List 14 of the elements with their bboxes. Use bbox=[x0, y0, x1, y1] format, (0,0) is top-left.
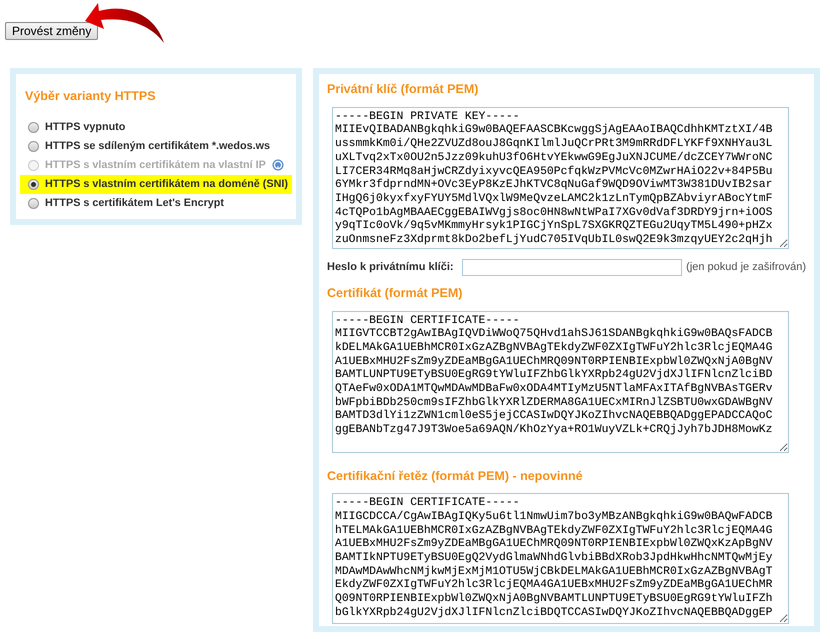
private-key-heading: Privátní klíč (formát PEM) bbox=[327, 81, 480, 98]
private-key-field[interactable]: -----BEGIN PRIVATE KEY----- MIIEvQIBADANBgkqhkiG9w0BAQEFAASCBKcwggSjAgEAAoIBAQCdhhKMTztXI/4B ussmmkKm0i/QHe2ZVUZd8ouJ8GqnKIlmlJuQCrPRt3M9mRRdDFLYKFf9XNHYau3L uXLTvq2xTx0OU2n5Jzz09kuhU3fO6HtvYEkwwG9EgJuXNJCUME/dcZCEY7WWroNC LI7CER34RMq8aHjwCRZdyixyvcQEA950PcfqkWzPVMcVc0MZwrHAiO22v+84P5Bu 6YMkr3fdprndMN+OVc3EyP8KzEJhKTVC8qNuGaf9WQD9OViwMT3W381DUvIB2sar IHgQ6j0kyxfxyFYUY5MdlVQxlW9MeQvzeLAMC2k1zLnTymQpBZAbviyrABocYtmF 4cTQPo1bAgMBAAECggEBAIWVgjs8oc0HN8wNtWPaI7XGv0dVaf3DRDY9jrn+iOOS y9qTIc0oVk/9q5vMKmmyHrsyk1PIGCjYnSpL7SXGKRQZTEGu2UqyTM5L490+pHZx zuOnmsneFz3Xdprmt8kDo2befLjYudC705IVqUbIL0swQ2E9k3mzqyUEY2c2qHjh bbox=[332, 106, 789, 249]
certificate-chain-heading: Certifikační řetěz (formát PEM) - nepovinné bbox=[327, 468, 584, 485]
option-label[interactable]: HTTPS vypnuto bbox=[45, 119, 126, 136]
certificate-field[interactable]: -----BEGIN CERTIFICATE----- MIIGVTCCBT2gAwIBAgIQVDiWWoQ75QHvd1ahSJ61SDANBgkqhkiG9w0BAQsFADCB kDELMAkGA1UEBhMCR0IxGzAZBgNVBAgTEkdyZWF0ZXIgTWFuY2hlc3RlcjEQMA4G A1UEBxMHU2FsZm9yZDEaMBgGA1UEChMRQ09NT0RPIENBIExpbWl0ZWQxNjA0BgNV BAMTLUNPTU9ETyBSU0EgRG9tYWluIFZhbGlkYXRpb24gU2VjdXJlIFNlcnZlciBD QTAeFw0xODA1MTQwMDAwMDBaFw0xODA4MTIyMzU5NTlaMFAxITAfBgNVBAsTGERv bWFpbiBDb250cm9sIFZhbGlkYXRlZDERMA8GA1UECxMIRnJlZSBTU0wxGDAWBgNV BAMTD3dlYi1zZWN1cml0eS5jejCCASIwDQYJKoZIhvcNAQEBBQADggEPADCCAQoC ggEBANbTzg47J9T3Woe5a69AQN/KhOzYya+RO1WuyVZLk+CRQjJyh7bJDH8MowKz bbox=[332, 310, 789, 452]
panel-heading: Výběr varianty HTTPS bbox=[25, 88, 157, 105]
password-label: Heslo k privátnímu klíči: bbox=[327, 260, 454, 275]
certificate-heading: Certifikát (formát PEM) bbox=[327, 284, 464, 302]
option-label[interactable]: HTTPS s certifikátem Let's Encrypt bbox=[45, 195, 224, 212]
certificate-chain-field[interactable]: -----BEGIN CERTIFICATE----- MIIGCDCCA/CgAwIBAgIQKy5u6tl1NmwUim7bo3yMBzANBgkqhkiG9w0BAQwFADCB hTELMAkGA1UEBhMCR0IxGzAZBgNVBAgTEkdyZWF0ZXIgTWFuY2hlc3RlcjEQMA4G A1UEBxMHU2FsZm9yZDEaMBgGA1UEChMRQ09NT0RPIENBIExpbWl0ZWQxKzApBgNV BAMTIkNPTU9ETyBSU0EgQ2VydGlmaWNhdGlvbiBBdXRob3JpdHkwHhcNMTQwMjEy MDAwMDAwWhcNMjkwMjExMjM1OTU5WjCBkDELMAkGA1UEBhMCR0IxGzAZBgNVBAgT EkdyZWF0ZXIgTWFuY2hlc3RlcjEQMA4GA1UEBxMHU2FsZm9yZDEaMBgGA1UEChMR Q09NT0RPIENBIExpbWl0ZWQxNjA0BgNVBAMTLUNPTU9ETyBSU0EgRG9tYWluIFZh bGlkYXRpb24gU2VjdXJlIFNlcnZlciBDQTCCASIwDQYJKoZIhvcNAQEBBQADggEP bbox=[332, 493, 789, 624]
password-note: (jen pokud je zašifrován) bbox=[686, 260, 806, 275]
option-label[interactable]: HTTPS se sdíleným certifikátem *.wedos.ws bbox=[45, 138, 270, 154]
submit-button[interactable]: Provést změny bbox=[5, 22, 98, 40]
option-label[interactable]: HTTPS s vlastním certifikátem na doméně (SNI) bbox=[45, 176, 288, 192]
